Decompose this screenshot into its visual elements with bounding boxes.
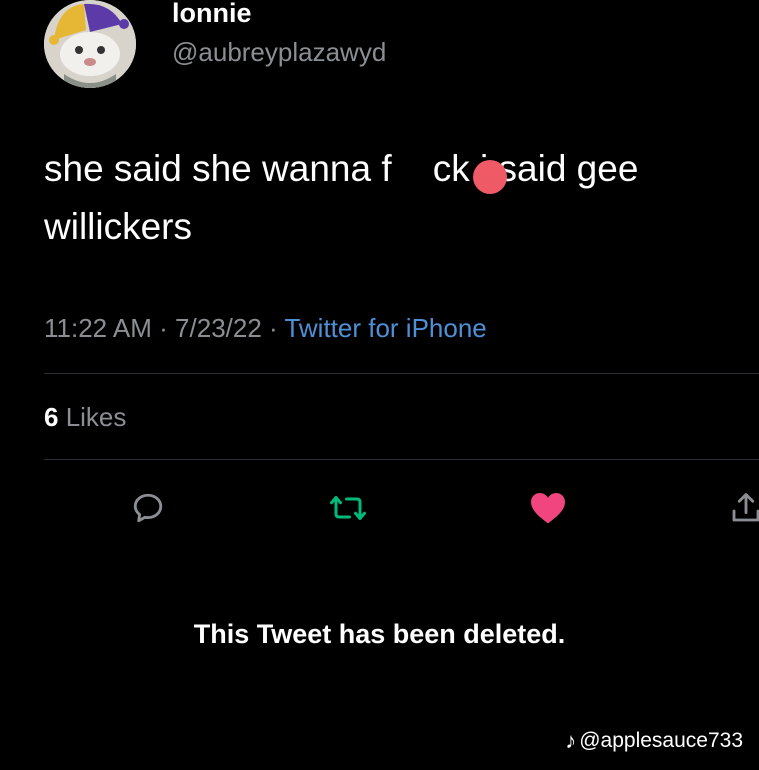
heart-icon (531, 493, 565, 524)
reply-button[interactable] (126, 486, 170, 530)
tiktok-icon: ♪ (565, 728, 577, 753)
retweet-button[interactable] (326, 486, 370, 530)
share-button[interactable] (724, 486, 759, 530)
tweet-time[interactable]: 11:22 AM (44, 313, 152, 343)
divider (44, 459, 759, 460)
tweet-date[interactable]: 7/23/22 (175, 313, 262, 343)
jester-avatar-icon (44, 0, 136, 88)
tweet-screenshot: lonnie @aubreyplazawyd she said she wann… (0, 0, 759, 770)
tweet-text-line-2: willickers (44, 206, 192, 247)
tweet-source-link[interactable]: Twitter for iPhone (284, 313, 486, 343)
reply-icon (133, 493, 163, 523)
share-icon (732, 493, 759, 522)
like-button[interactable] (526, 486, 570, 530)
display-name[interactable]: lonnie (172, 0, 252, 30)
likes-label: Likes (58, 402, 127, 432)
meta-separator: · (261, 313, 285, 343)
user-handle[interactable]: @aubreyplazawyd (172, 36, 386, 68)
tweet-meta: 11:22 AM · 7/23/22 · Twitter for iPhone (44, 310, 487, 346)
censor-dot (473, 160, 507, 194)
watermark-handle: @applesauce733 (579, 729, 743, 752)
deleted-notice: This Tweet has been deleted. (193, 619, 566, 649)
retweet-icon (330, 496, 366, 520)
meta-separator: · (151, 313, 176, 343)
likes-count: 6 (44, 402, 59, 432)
divider (44, 373, 759, 374)
tiktok-watermark: ♪ @applesauce733 (565, 727, 743, 755)
tweet-text-line-1: she said she wanna f ck i said gee (44, 148, 639, 189)
tweet-text: she said she wanna f ck i said gee willi… (44, 140, 754, 256)
likes-stat[interactable]: 6 Likes (44, 399, 126, 435)
user-avatar[interactable] (44, 0, 136, 88)
